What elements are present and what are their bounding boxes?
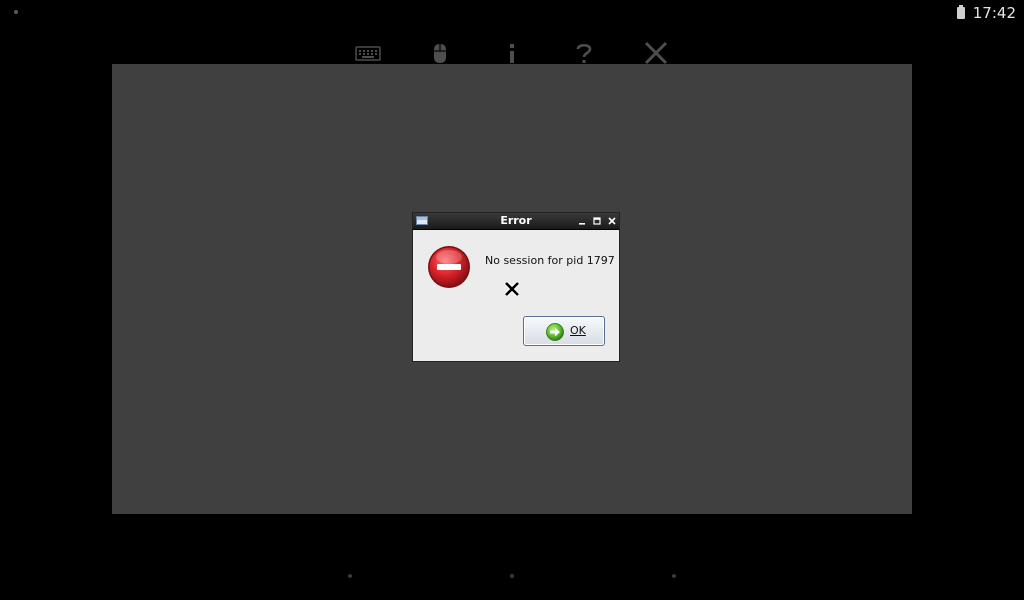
maximize-icon bbox=[593, 217, 601, 225]
nav-back-dot[interactable] bbox=[348, 574, 352, 578]
minimize-button[interactable] bbox=[576, 215, 588, 227]
dialog-title: Error bbox=[500, 214, 532, 227]
mouse-icon bbox=[434, 44, 446, 63]
maximize-button[interactable] bbox=[591, 215, 603, 227]
nav-recents-dot[interactable] bbox=[672, 574, 676, 578]
battery-icon bbox=[956, 5, 965, 19]
mouse-cursor-icon bbox=[504, 281, 520, 297]
close-button[interactable] bbox=[606, 215, 618, 227]
minimize-icon bbox=[579, 223, 585, 225]
status-clock: 17:42 bbox=[972, 4, 1016, 22]
nav-home-dot[interactable] bbox=[510, 574, 514, 578]
dialog-titlebar[interactable]: Error bbox=[413, 213, 619, 230]
ok-button[interactable]: OK bbox=[523, 316, 605, 346]
notification-dot bbox=[14, 10, 18, 14]
error-message: No session for pid 1797 bbox=[485, 254, 615, 267]
device-screen: 17:42 Error No session for pid 1797 OK bbox=[0, 0, 1024, 600]
error-icon bbox=[428, 246, 470, 288]
question-icon bbox=[576, 43, 592, 63]
close-icon bbox=[644, 41, 668, 65]
info-icon bbox=[510, 44, 514, 63]
ok-button-label: OK bbox=[570, 324, 586, 337]
arrow-right-icon bbox=[546, 323, 564, 341]
status-bar: 17:42 bbox=[956, 3, 1016, 23]
close-icon bbox=[608, 217, 616, 225]
keyboard-icon bbox=[355, 46, 381, 61]
